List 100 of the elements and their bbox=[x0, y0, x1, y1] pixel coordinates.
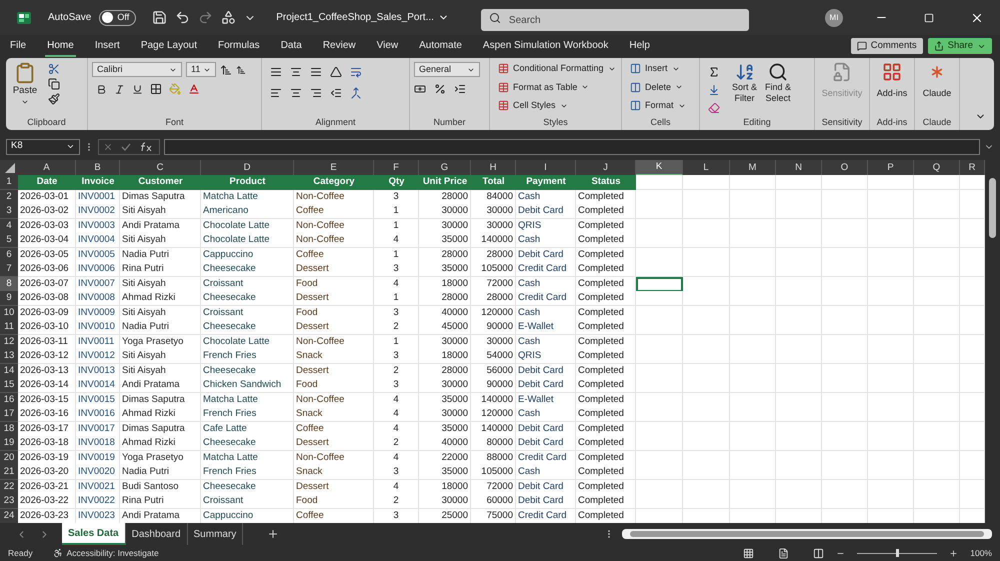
decrease-indent-icon[interactable] bbox=[330, 87, 342, 99]
add-sheet-icon[interactable] bbox=[267, 528, 280, 540]
ribbon-tab[interactable]: Automate bbox=[417, 35, 464, 57]
row-header[interactable]: 17 bbox=[0, 407, 18, 422]
row-header[interactable]: 15 bbox=[0, 378, 18, 393]
ribbon-tab[interactable]: File bbox=[8, 35, 28, 57]
ribbon-tab[interactable]: Page Layout bbox=[138, 35, 199, 57]
horizontal-scrollbar[interactable] bbox=[622, 529, 992, 539]
ribbon-tab[interactable]: Insert bbox=[92, 35, 122, 57]
row-header[interactable]: 10 bbox=[0, 306, 18, 320]
font-color-icon[interactable] bbox=[188, 83, 200, 95]
row-header[interactable]: 21 bbox=[0, 465, 18, 480]
undo-icon[interactable] bbox=[175, 10, 190, 25]
styles-menu-button[interactable]: Cell Styles bbox=[498, 99, 616, 112]
fill-icon[interactable] bbox=[708, 84, 720, 96]
row-header[interactable]: 6 bbox=[0, 248, 18, 262]
search-field[interactable]: Search bbox=[480, 9, 749, 31]
redo-icon[interactable] bbox=[198, 10, 214, 25]
font-size-field[interactable]: 11 bbox=[186, 62, 216, 77]
paste-button[interactable]: Paste bbox=[10, 62, 40, 106]
cancel-icon[interactable] bbox=[103, 142, 113, 152]
shapes-icon[interactable] bbox=[221, 10, 236, 25]
scrollbar-thumb[interactable] bbox=[989, 178, 996, 238]
ribbon-tab[interactable]: Formulas bbox=[216, 35, 262, 57]
fill-color-icon[interactable] bbox=[169, 83, 181, 95]
page-break-icon[interactable] bbox=[813, 548, 824, 558]
row-header[interactable]: 7 bbox=[0, 262, 18, 277]
enter-icon[interactable] bbox=[121, 142, 131, 152]
row-header[interactable]: 5 bbox=[0, 233, 18, 248]
number-format-field[interactable]: General bbox=[414, 62, 480, 77]
insert-function-icon[interactable] bbox=[139, 142, 153, 152]
borders-icon[interactable] bbox=[150, 83, 162, 95]
restore-icon[interactable] bbox=[924, 12, 934, 22]
zoom-level[interactable]: 100% bbox=[970, 546, 992, 560]
ribbon-tab[interactable]: Review bbox=[320, 35, 358, 57]
row-header[interactable]: 14 bbox=[0, 364, 18, 378]
row-header[interactable]: 11 bbox=[0, 320, 18, 335]
autosave-toggle[interactable]: Off bbox=[99, 10, 136, 26]
styles-menu-button[interactable]: Conditional Formatting bbox=[498, 62, 616, 76]
row-header[interactable]: 22 bbox=[0, 480, 18, 494]
name-box[interactable]: K8 bbox=[6, 138, 80, 154]
clear-icon[interactable] bbox=[708, 102, 720, 114]
ribbon-tab[interactable]: Help bbox=[627, 35, 652, 57]
cells-menu-button[interactable]: Format bbox=[630, 99, 686, 112]
scrollbar-thumb[interactable] bbox=[630, 531, 984, 537]
add-ins-button[interactable]: Add-ins bbox=[874, 62, 910, 100]
currency-icon[interactable] bbox=[414, 83, 426, 95]
row-header[interactable]: 20 bbox=[0, 450, 18, 466]
zoom-thumb[interactable] bbox=[896, 549, 900, 557]
row-header[interactable]: 9 bbox=[0, 291, 18, 306]
row-header[interactable]: 1 bbox=[0, 175, 18, 190]
page-layout-icon[interactable] bbox=[778, 548, 790, 558]
save-icon[interactable] bbox=[152, 10, 168, 25]
row-header[interactable]: 13 bbox=[0, 349, 18, 364]
accessibility-icon[interactable] bbox=[52, 548, 63, 558]
merge-icon[interactable] bbox=[350, 87, 362, 99]
italic-icon[interactable] bbox=[114, 84, 125, 94]
sheet-tab[interactable]: Summary bbox=[188, 523, 244, 545]
cells-menu-button[interactable]: Delete bbox=[630, 80, 686, 94]
row-header[interactable]: 19 bbox=[0, 436, 18, 451]
format-painter-icon[interactable] bbox=[48, 93, 60, 105]
underline-icon[interactable] bbox=[132, 84, 143, 94]
accessibility-status[interactable]: Accessibility: Investigate bbox=[66, 546, 159, 560]
row-header[interactable]: 23 bbox=[0, 494, 18, 509]
share-button[interactable]: Share bbox=[928, 38, 992, 54]
row-header[interactable]: 12 bbox=[0, 334, 18, 350]
zoom-in-icon[interactable] bbox=[949, 548, 958, 558]
file-name-button[interactable]: Project1_CoffeeShop_Sales_Port... bbox=[276, 10, 449, 25]
row-header[interactable]: 2 bbox=[0, 190, 18, 204]
row-header[interactable]: 24 bbox=[0, 508, 18, 524]
sheet-tab[interactable]: Sales Data bbox=[62, 523, 126, 545]
cells-menu-button[interactable]: Insert bbox=[630, 62, 686, 76]
bold-icon[interactable] bbox=[96, 84, 107, 94]
cut-icon[interactable] bbox=[48, 63, 60, 75]
formula-field[interactable] bbox=[164, 138, 980, 154]
align-middle-icon[interactable] bbox=[290, 66, 302, 78]
claude-button[interactable]: Claude bbox=[919, 62, 955, 100]
percent-icon[interactable] bbox=[434, 83, 446, 95]
row-header[interactable]: 18 bbox=[0, 422, 18, 436]
row-header[interactable]: 8 bbox=[0, 276, 18, 292]
comments-button[interactable]: Comments bbox=[850, 38, 923, 54]
ribbon-tab[interactable]: Data bbox=[278, 35, 304, 57]
copy-icon[interactable] bbox=[48, 78, 60, 90]
sort-filter-button[interactable]: Sort & Filter bbox=[732, 62, 758, 104]
align-right-icon[interactable] bbox=[310, 87, 322, 99]
find-select-button[interactable]: Find & Select bbox=[765, 62, 792, 104]
font-name-field[interactable]: Calibri bbox=[92, 62, 182, 77]
align-center-icon[interactable] bbox=[290, 87, 302, 99]
normal-view-icon[interactable] bbox=[743, 548, 754, 558]
row-header[interactable]: 3 bbox=[0, 204, 18, 219]
autosum-icon[interactable] bbox=[708, 66, 720, 78]
ribbon-tab[interactable]: Aspen Simulation Workbook bbox=[480, 35, 610, 57]
align-left-icon[interactable] bbox=[270, 87, 282, 99]
sheet-tab[interactable]: Dashboard bbox=[126, 523, 188, 545]
wrap-text-icon[interactable] bbox=[350, 66, 362, 78]
row-header[interactable]: 4 bbox=[0, 218, 18, 234]
column-header[interactable]: K bbox=[636, 160, 683, 176]
styles-menu-button[interactable]: Format as Table bbox=[498, 80, 616, 94]
row-header[interactable]: 16 bbox=[0, 392, 18, 408]
ribbon-tab[interactable]: View bbox=[374, 35, 400, 57]
